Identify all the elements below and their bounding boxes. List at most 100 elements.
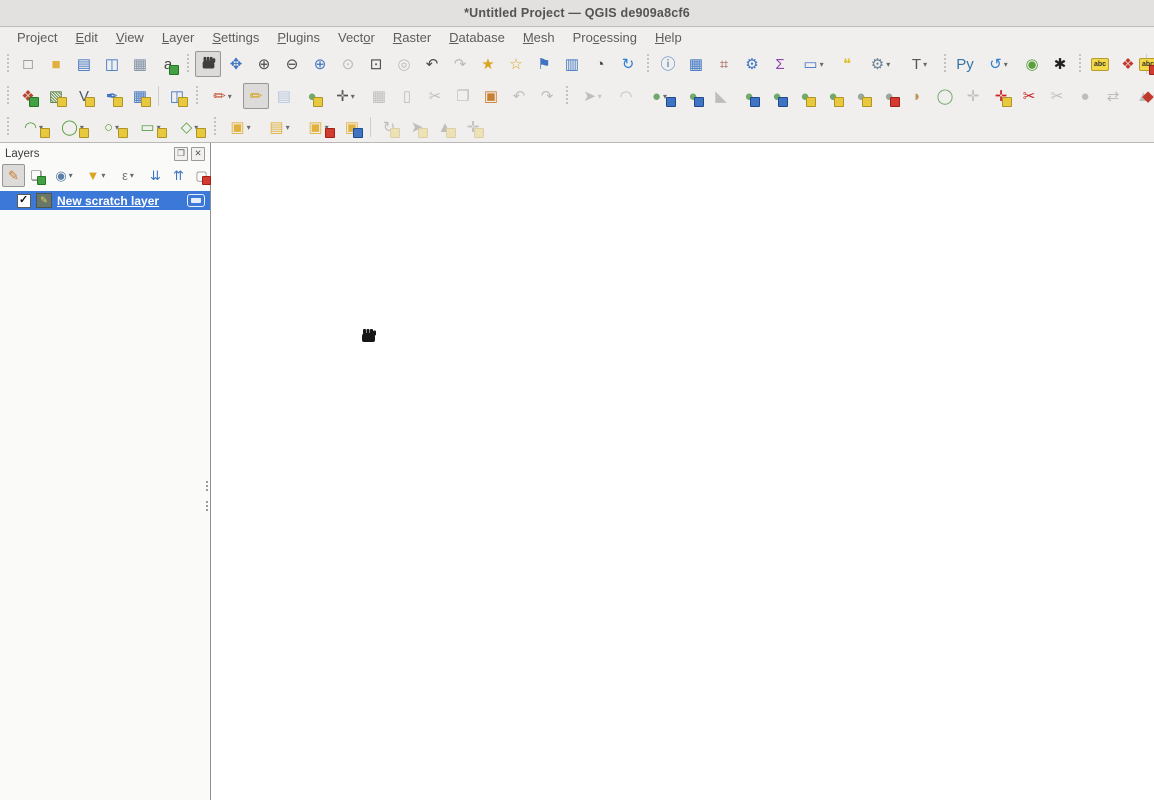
remove-layer-button[interactable]: ▢ xyxy=(190,164,213,187)
add-ring-button[interactable]: ● xyxy=(764,83,790,109)
zoom-out-button[interactable]: ⊖ xyxy=(279,51,305,77)
new-spatial-bookmark-button[interactable]: ★ xyxy=(475,51,501,77)
select-features-by-value-button[interactable]: ▤▾ xyxy=(261,114,298,140)
menu-mesh[interactable]: Mesh xyxy=(514,29,564,46)
new-project-button[interactable]: □ xyxy=(15,51,41,77)
toggle-editing-button[interactable]: ✏ xyxy=(243,83,269,109)
chevron-down-icon[interactable]: ▾ xyxy=(886,60,890,69)
menu-database[interactable]: Database xyxy=(440,29,514,46)
layer-visibility-checkbox[interactable] xyxy=(17,194,31,208)
collapse-all-button[interactable]: ⇈ xyxy=(167,164,190,187)
new-geopackage-layer-button[interactable]: ▧ xyxy=(43,83,69,109)
refresh-map-button[interactable]: ↻ xyxy=(615,51,641,77)
float-panel-button[interactable]: ❐ xyxy=(174,147,188,161)
deselect-features-button[interactable]: ▣▾ xyxy=(300,114,337,140)
menu-settings[interactable]: Settings xyxy=(203,29,268,46)
add-group-button[interactable]: ❏ xyxy=(25,164,48,187)
map-canvas[interactable] xyxy=(211,143,1154,800)
chevron-down-icon[interactable]: ▾ xyxy=(286,123,290,132)
plugin-reloader-button[interactable]: ↺▾ xyxy=(980,51,1017,77)
manage-map-themes-button[interactable]: ◉▾ xyxy=(48,164,80,187)
new-shapefile-layer-button[interactable]: V xyxy=(71,83,97,109)
show-layout-manager-button[interactable]: ▦ xyxy=(127,51,153,77)
ellipse-button[interactable]: ○▾ xyxy=(93,114,130,140)
grass-tools-button[interactable]: ◉ xyxy=(1019,51,1045,77)
run-feature-action-button[interactable]: ⚙▾ xyxy=(862,51,899,77)
pan-map-button[interactable] xyxy=(195,51,221,77)
zoom-full-button[interactable]: ⊕ xyxy=(307,51,333,77)
open-project-button[interactable]: ■ xyxy=(43,51,69,77)
chevron-down-icon[interactable]: ▾ xyxy=(69,171,73,180)
fill-ring-button[interactable]: ● xyxy=(820,83,846,109)
menu-raster[interactable]: Raster xyxy=(384,29,440,46)
zoom-to-layer-button[interactable]: ⊡ xyxy=(363,51,389,77)
new-virtual-layer-button[interactable]: ◫ xyxy=(164,83,190,109)
add-polygon-feature-button[interactable]: ● xyxy=(299,83,325,109)
rectangle-button[interactable]: ▭▾ xyxy=(132,114,169,140)
paste-features-button[interactable]: ▣ xyxy=(478,83,504,109)
geometry-checker-button[interactable]: ◆ xyxy=(1135,83,1154,109)
circle-button[interactable]: ◯▾ xyxy=(54,114,91,140)
debugging-tools-button[interactable]: ✱ xyxy=(1047,51,1073,77)
move-feature-button[interactable]: ●▾ xyxy=(641,83,678,109)
delete-part-button[interactable]: ● xyxy=(876,83,902,109)
new-temporary-scratch-layer-button[interactable]: ▦ xyxy=(127,83,153,109)
menu-plugins[interactable]: Plugins xyxy=(268,29,329,46)
vertex-tool-button[interactable]: ✛▾ xyxy=(327,83,364,109)
select-features-button[interactable]: ▣▾ xyxy=(222,114,259,140)
split-parts-button[interactable]: ✂ xyxy=(1016,83,1042,109)
open-layer-styling-panel-button[interactable]: ✎ xyxy=(2,164,25,187)
circular-string-button[interactable]: ◠▾ xyxy=(15,114,52,140)
chevron-down-icon[interactable]: ▾ xyxy=(1004,60,1008,69)
data-source-manager-button[interactable]: ❖ xyxy=(15,83,41,109)
expand-all-button[interactable]: ⇊ xyxy=(144,164,167,187)
menu-processing[interactable]: Processing xyxy=(564,29,646,46)
split-features-button[interactable]: ✛ xyxy=(988,83,1014,109)
select-by-location-button[interactable]: ▣ xyxy=(339,114,365,140)
open-attribute-table-button[interactable]: ▦ xyxy=(683,51,709,77)
filter-legend-button[interactable]: ▼▾ xyxy=(80,164,112,187)
chevron-down-icon[interactable]: ▾ xyxy=(130,171,134,180)
menu-layer[interactable]: Layer xyxy=(153,29,204,46)
measure-button[interactable]: ▭▾ xyxy=(795,51,832,77)
zoom-in-button[interactable]: ⊕ xyxy=(251,51,277,77)
layer-labeling-options-button[interactable]: abc xyxy=(1087,51,1113,77)
processing-toolbox-button[interactable]: ⚙ xyxy=(739,51,765,77)
pan-map-to-selection-button[interactable]: ✥ xyxy=(223,51,249,77)
save-project-button[interactable]: ▤ xyxy=(71,51,97,77)
statistical-summary-button[interactable]: Σ xyxy=(767,51,793,77)
layer-item-new-scratch-layer[interactable]: ✎ New scratch layer xyxy=(0,191,210,210)
offset-curve-button[interactable]: ◯ xyxy=(932,83,958,109)
chevron-down-icon[interactable]: ▾ xyxy=(247,123,251,132)
add-part-button[interactable]: ● xyxy=(792,83,818,109)
new-spatialite-layer-button[interactable]: ✒ xyxy=(99,83,125,109)
reshape-features-button[interactable]: ◗ xyxy=(904,83,930,109)
menu-vector[interactable]: Vector xyxy=(329,29,384,46)
style-manager-button[interactable]: a xyxy=(155,51,181,77)
menu-edit[interactable]: Edit xyxy=(66,29,106,46)
menu-view[interactable]: View xyxy=(107,29,153,46)
filter-legend-by-expression-button[interactable]: ε▾ xyxy=(112,164,144,187)
field-calculator-button[interactable]: ⌗ xyxy=(711,51,737,77)
chevron-down-icon[interactable]: ▾ xyxy=(598,92,602,101)
current-edits-button[interactable]: ✏▾ xyxy=(204,83,241,109)
menu-project[interactable]: Project xyxy=(8,29,66,46)
layer-label[interactable]: New scratch layer xyxy=(57,194,187,208)
text-annotation-button[interactable]: T▾ xyxy=(901,51,938,77)
spatial-bookmark-manager-button[interactable]: ⚑ xyxy=(531,51,557,77)
new-print-layout-button[interactable]: ◫ xyxy=(99,51,125,77)
chevron-down-icon[interactable]: ▾ xyxy=(820,60,824,69)
highlight-pinned-labels-button[interactable]: abc xyxy=(1135,51,1154,77)
menu-help[interactable]: Help xyxy=(646,29,691,46)
python-console-button[interactable]: Py xyxy=(952,51,978,77)
chevron-down-icon[interactable]: ▾ xyxy=(923,60,927,69)
map-tips-button[interactable]: ❝ xyxy=(834,51,860,77)
show-spatial-bookmarks-button[interactable]: ☆ xyxy=(503,51,529,77)
delete-ring-button[interactable]: ● xyxy=(848,83,874,109)
close-panel-button[interactable]: ✕ xyxy=(191,147,205,161)
zoom-last-button[interactable]: ↶ xyxy=(419,51,445,77)
panel-splitter-handle[interactable] xyxy=(206,479,209,509)
chevron-down-icon[interactable]: ▾ xyxy=(351,92,355,101)
identify-features-button[interactable]: ⓘ xyxy=(655,51,681,77)
chevron-down-icon[interactable]: ▾ xyxy=(101,171,105,180)
